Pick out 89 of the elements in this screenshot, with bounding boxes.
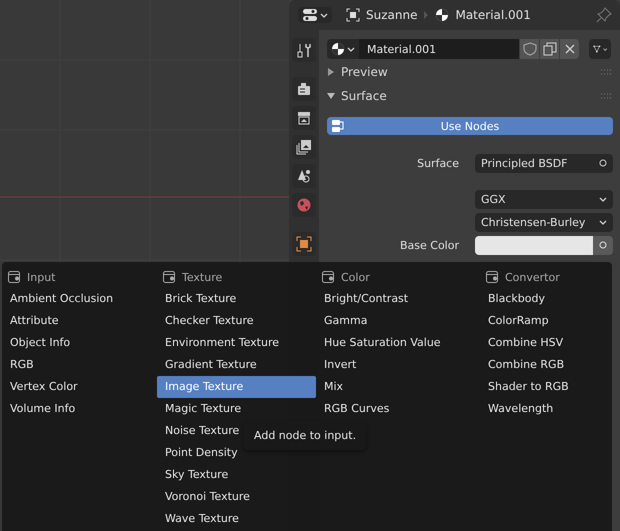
menu-heading: Texture <box>182 270 222 284</box>
duplicate-button[interactable] <box>539 39 559 59</box>
panel-header[interactable]: Surface <box>327 84 613 108</box>
properties-tab[interactable] <box>292 38 316 62</box>
menu-item[interactable]: Object Info <box>2 332 157 354</box>
shield-icon <box>522 42 536 56</box>
menu-item[interactable]: Brick Texture <box>157 288 316 310</box>
category-icon <box>486 271 498 283</box>
material-name-field[interactable]: Material.001 <box>359 39 519 59</box>
category-icon <box>8 271 20 283</box>
menu-item[interactable]: Bright/Contrast <box>316 288 480 310</box>
pin-icon <box>596 7 612 23</box>
menu-item[interactable]: Image Texture <box>157 376 316 398</box>
collapsed-triangle-icon <box>327 68 335 76</box>
tool-icon <box>296 42 312 58</box>
properties-tab[interactable] <box>292 135 316 159</box>
menu-item[interactable]: Voronoi Texture <box>157 486 316 508</box>
menu-item[interactable]: Gradient Texture <box>157 354 316 376</box>
menu-item[interactable]: Attribute <box>2 310 157 332</box>
panel-header[interactable]: Preview <box>327 60 613 84</box>
properties-tab[interactable] <box>292 77 316 101</box>
object-icon <box>346 8 360 22</box>
editor-icon <box>302 9 318 21</box>
menu-item[interactable]: Shader to RGB <box>480 376 610 398</box>
menu-item[interactable]: Volume Info <box>2 398 157 420</box>
expanded-triangle-icon <box>327 92 335 100</box>
drag-grip-icon <box>601 69 613 75</box>
menu-item[interactable]: Hue Saturation Value <box>316 332 480 354</box>
menu-item[interactable]: Ambient Occlusion <box>2 288 157 310</box>
category-icon <box>163 271 175 283</box>
menu-item[interactable]: Vertex Color <box>2 376 157 398</box>
menu-item[interactable]: Wave Texture <box>157 508 316 530</box>
menu-item[interactable]: Blackbody <box>480 288 610 310</box>
use-nodes-button[interactable]: Use Nodes <box>327 117 613 135</box>
menu-item[interactable]: Wavelength <box>480 398 610 420</box>
caret-icon <box>320 12 328 18</box>
material-icon <box>435 8 450 22</box>
menu-item[interactable]: Magic Texture <box>157 398 316 420</box>
nodes-icon <box>331 119 345 133</box>
tooltip: Add node to input. <box>244 422 366 450</box>
unlink-button[interactable] <box>559 39 579 59</box>
properties-tab[interactable] <box>292 164 316 188</box>
menu-heading: Input <box>27 270 56 284</box>
dropdown[interactable]: GGX <box>475 190 613 208</box>
images-icon <box>296 139 312 155</box>
caret-icon <box>602 46 607 52</box>
caret-icon <box>599 196 607 202</box>
menu-item[interactable]: Combine RGB <box>480 354 610 376</box>
object-name: Suzanne <box>366 8 418 22</box>
caret-icon <box>599 218 607 226</box>
menu-item[interactable]: RGB <box>2 354 157 376</box>
menu-item[interactable]: Checker Texture <box>157 310 316 332</box>
editor-type-button[interactable] <box>298 7 332 23</box>
menu-item[interactable]: ColorRamp <box>480 310 610 332</box>
close-icon <box>564 44 574 54</box>
node-tree-button[interactable] <box>589 39 611 59</box>
properties-tab[interactable] <box>292 232 316 256</box>
field-label: Surface <box>416 156 460 170</box>
drag-grip-icon <box>601 93 613 99</box>
printer-icon <box>296 110 312 126</box>
material-name: Material.001 <box>455 8 531 22</box>
menu-item[interactable]: RGB Curves <box>316 398 480 420</box>
chevron-icon <box>423 11 430 19</box>
link-socket-button[interactable] <box>593 236 613 254</box>
category-icon <box>322 271 334 283</box>
menu-item[interactable]: Environment Texture <box>157 332 316 354</box>
caret-icon <box>347 46 355 52</box>
socket-icon <box>599 159 607 167</box>
socket-icon <box>599 241 607 249</box>
color-swatch[interactable] <box>475 236 593 254</box>
dropdown[interactable]: Christensen-Burley <box>475 212 613 232</box>
fake-user-button[interactable] <box>519 39 539 59</box>
menu-heading: Convertor <box>505 270 560 284</box>
object-square-icon <box>296 236 312 252</box>
sphere-icon <box>331 42 345 56</box>
field-label: Base Color <box>398 238 460 252</box>
camera-icon <box>296 81 312 97</box>
menu-item[interactable]: Gamma <box>316 310 480 332</box>
properties-tab[interactable] <box>292 106 316 130</box>
menu-heading: Color <box>341 270 370 284</box>
menu-item[interactable]: Sky Texture <box>157 464 316 486</box>
shader-field[interactable]: Principled BSDF <box>475 154 613 172</box>
menu-item[interactable]: Combine HSV <box>480 332 610 354</box>
world-icon <box>296 197 312 213</box>
copy-icon <box>542 42 556 56</box>
material-browse-button[interactable] <box>327 39 359 59</box>
menu-item[interactable]: Invert <box>316 354 480 376</box>
scene-icon <box>296 168 312 184</box>
menu-item[interactable]: Mix <box>316 376 480 398</box>
